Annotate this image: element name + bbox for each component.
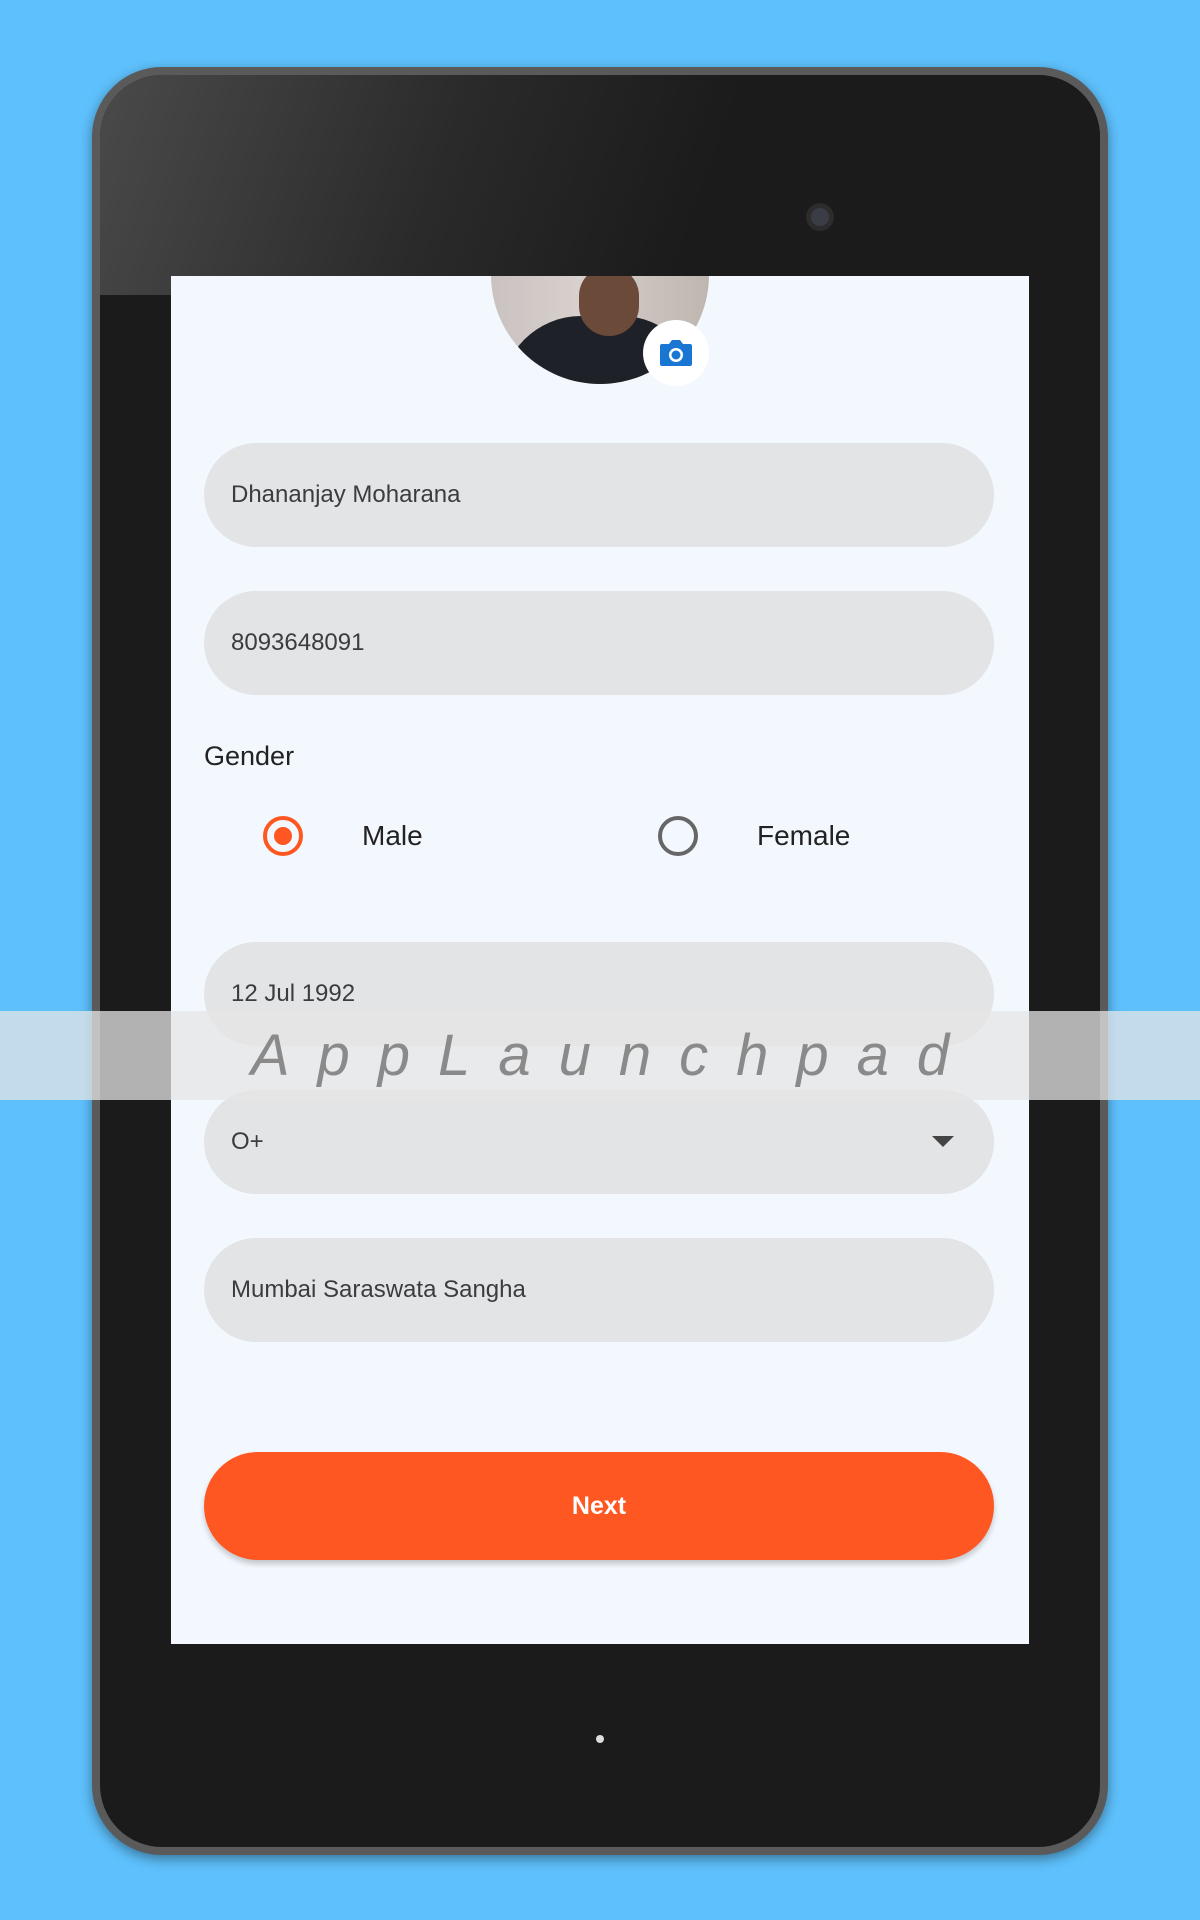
blood-group-dropdown[interactable]: O+ (204, 1090, 994, 1194)
organization-value: Mumbai Saraswata Sangha (231, 1276, 526, 1303)
gender-male-radio[interactable] (263, 816, 303, 856)
watermark-banner: AppLaunchpad (0, 1011, 1200, 1100)
organization-input[interactable]: Mumbai Saraswata Sangha (204, 1238, 994, 1342)
phone-value: 8093648091 (231, 629, 365, 656)
frame-sheen (100, 75, 1100, 295)
blood-group-value: O+ (231, 1128, 264, 1155)
app-screen: Dhananjay Moharana 8093648091 Gender Mal… (171, 276, 1029, 1644)
watermark-text: AppLaunchpad (250, 1023, 978, 1088)
gender-label: Gender (204, 741, 295, 771)
dob-value: 12 Jul 1992 (231, 980, 356, 1007)
name-value: Dhananjay Moharana (231, 481, 461, 508)
gender-male-label[interactable]: Male (362, 820, 423, 852)
next-button[interactable]: Next (204, 1452, 994, 1560)
camera-icon (660, 340, 692, 366)
name-input[interactable]: Dhananjay Moharana (204, 443, 994, 547)
home-indicator (596, 1735, 604, 1743)
gender-female-label[interactable]: Female (757, 820, 850, 852)
avatar-photo-face (579, 276, 639, 336)
front-camera (806, 203, 834, 231)
chevron-down-icon (932, 1136, 954, 1147)
change-photo-button[interactable] (643, 320, 709, 386)
gender-female-radio[interactable] (658, 816, 698, 856)
phone-input[interactable]: 8093648091 (204, 591, 994, 695)
